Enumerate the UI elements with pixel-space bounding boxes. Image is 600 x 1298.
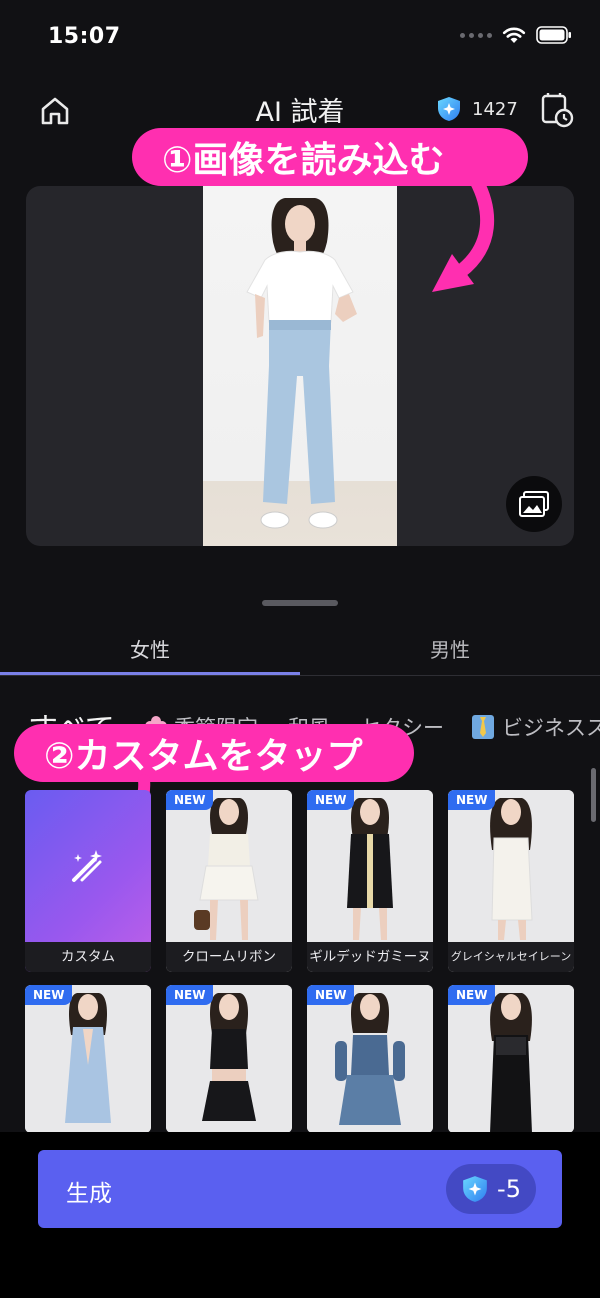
history-button[interactable] — [540, 92, 574, 128]
bottom-action-bar: 生成 -5 — [0, 1132, 600, 1298]
cellular-signal-icon — [460, 32, 492, 38]
necktie-icon — [472, 715, 494, 739]
status-time: 15:07 — [48, 24, 121, 49]
new-badge: NEW — [448, 985, 496, 1005]
credit-count: 1427 — [472, 98, 518, 120]
image-gallery-icon — [519, 491, 549, 517]
category-business[interactable]: ビジネスス — [470, 712, 600, 742]
credit-shield-icon — [438, 97, 460, 121]
new-badge: NEW — [25, 985, 73, 1005]
outfit-image — [25, 790, 151, 942]
new-badge: NEW — [307, 790, 355, 810]
outfit-card[interactable]: NEW グレイシャルセイレーン — [448, 790, 574, 972]
outfit-image — [448, 790, 574, 942]
outfit-card-custom[interactable]: カスタム — [25, 790, 151, 972]
new-badge: NEW — [166, 985, 214, 1005]
sheet-drag-handle[interactable] — [262, 600, 338, 606]
battery-icon — [536, 26, 571, 44]
outfit-image — [307, 790, 433, 942]
cost-value: -5 — [497, 1175, 521, 1203]
new-badge: NEW — [166, 790, 214, 810]
outfit-image — [307, 985, 433, 1133]
status-icons — [460, 26, 572, 44]
outfit-label: クロームリボン — [166, 942, 292, 972]
model-photo — [203, 186, 397, 546]
outfit-image — [166, 985, 292, 1133]
outfit-card[interactable]: NEW ギルデッドガミーヌ — [307, 790, 433, 972]
new-badge: NEW — [307, 985, 355, 1005]
outfit-label: グレイシャルセイレーン — [448, 942, 574, 972]
category-business-label: ビジネスス — [502, 716, 600, 740]
wifi-icon — [502, 27, 526, 43]
new-badge: NEW — [448, 790, 496, 810]
tab-women[interactable]: 女性 — [0, 634, 300, 663]
tab-men[interactable]: 男性 — [300, 634, 600, 663]
gallery-button[interactable] — [506, 476, 562, 532]
outfit-label: カスタム — [25, 942, 151, 972]
history-icon — [541, 93, 574, 128]
annotation-step2: ②カスタムをタップ — [14, 724, 414, 782]
generate-button[interactable]: 生成 -5 — [38, 1150, 562, 1228]
credit-balance[interactable]: 1427 — [436, 96, 518, 122]
outfit-label: ギルデッドガミーヌ — [307, 942, 433, 972]
outfit-image — [25, 985, 151, 1133]
magic-wand-icon — [72, 850, 102, 882]
outfit-card[interactable]: NEW — [307, 985, 433, 1133]
scrollbar[interactable] — [591, 768, 596, 822]
outfit-card[interactable]: NEW クロームリボン — [166, 790, 292, 972]
cost-pill: -5 — [446, 1164, 536, 1214]
credit-shield-icon — [463, 1176, 487, 1202]
outfit-card[interactable]: NEW — [166, 985, 292, 1133]
annotation-arrow-1 — [432, 176, 495, 292]
tab-active-indicator — [0, 672, 300, 675]
outfit-image — [166, 790, 292, 942]
outfit-card[interactable]: NEW — [448, 985, 574, 1133]
outfit-card[interactable]: NEW — [25, 985, 151, 1133]
gender-tabs: 女性 男性 — [0, 620, 600, 676]
status-bar: 15:07 — [0, 0, 600, 80]
generate-label: 生成 — [66, 1181, 112, 1207]
outfit-image — [448, 985, 574, 1133]
